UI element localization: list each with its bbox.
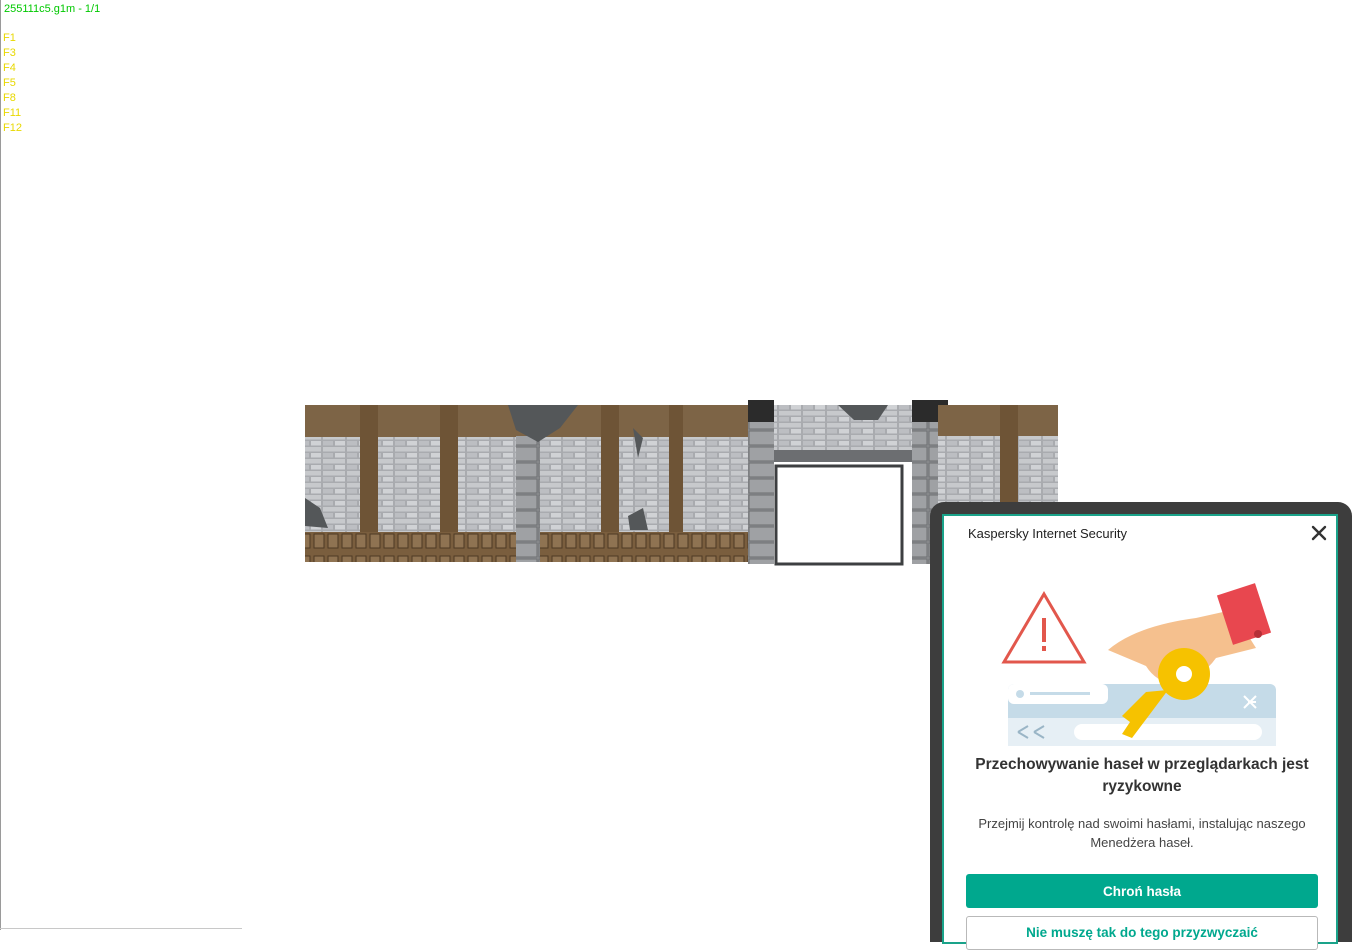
popup-app-name: Kaspersky Internet Security — [968, 526, 1127, 541]
viewer-left-border — [0, 0, 1, 930]
dismiss-button[interactable]: Nie muszę tak do tego przyzwyczaić — [966, 916, 1318, 950]
file-label: 255111c5.g1m - 1/1 — [4, 3, 101, 15]
popup-description: Przejmij kontrolę nad swoimi hasłami, in… — [978, 816, 1306, 850]
function-key: F3 — [3, 47, 16, 59]
bottom-ruler — [0, 928, 242, 929]
archway-opening — [774, 464, 904, 566]
protect-passwords-button[interactable]: Chroń hasła — [966, 874, 1318, 908]
function-key: F12 — [3, 122, 22, 134]
function-key: F1 — [3, 32, 16, 44]
close-icon[interactable] — [1308, 522, 1330, 544]
function-key-list: F1 F3 F4 F5 F8 F11 F12 — [3, 31, 22, 136]
function-key: F5 — [3, 77, 16, 89]
password-risk-illustration — [1001, 583, 1276, 746]
function-key: F4 — [3, 62, 16, 74]
warning-triangle-icon — [1001, 591, 1087, 664]
kaspersky-popup: Kaspersky Internet Security Przechowywan… — [942, 514, 1338, 950]
function-key: F8 — [3, 92, 16, 104]
function-key: F11 — [3, 107, 22, 119]
popup-headline: Przechowywanie haseł w przeglądarkach je… — [975, 756, 1309, 795]
